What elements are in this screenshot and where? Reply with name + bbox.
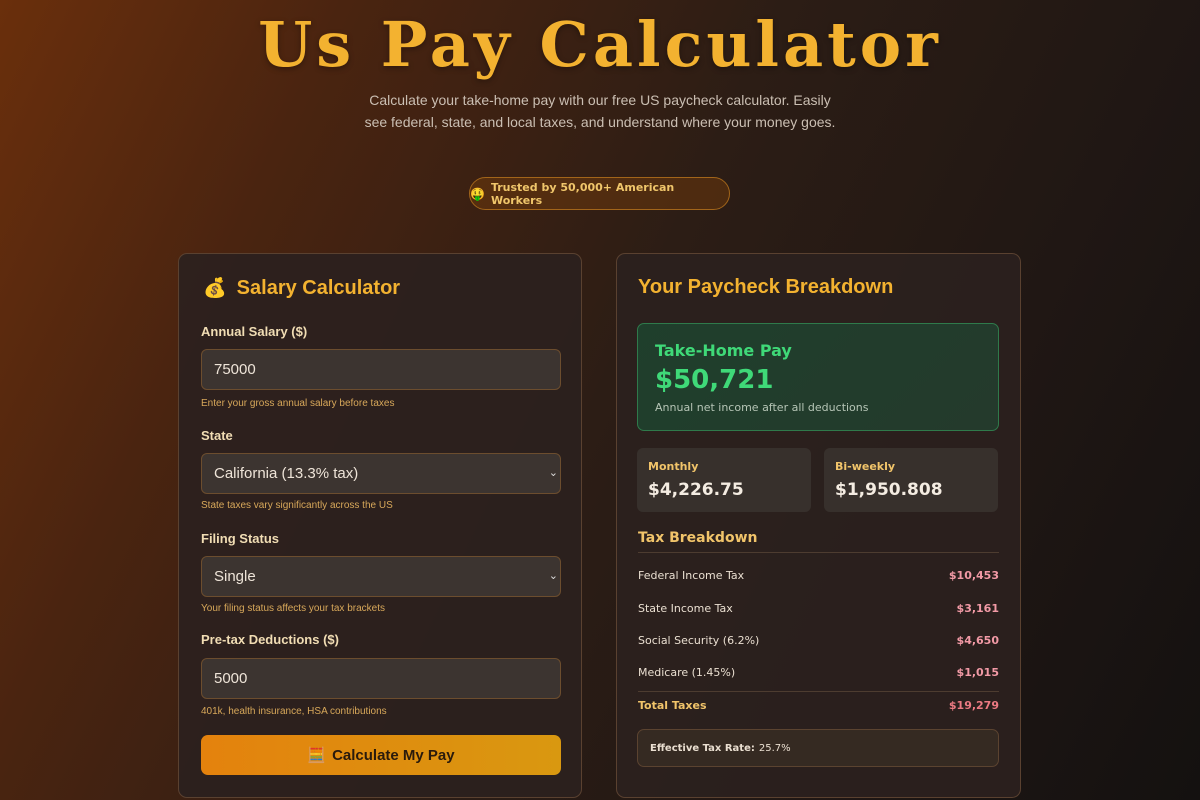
pretax-deductions-help: 401k, health insurance, HSA contribution…	[201, 706, 387, 717]
tax-row: State Income Tax $3,161	[638, 602, 999, 615]
divider	[638, 691, 999, 692]
tax-breakdown-title: Tax Breakdown	[638, 530, 758, 546]
tax-amount: $1,015	[956, 666, 999, 679]
tax-row: Medicare (1.45%) $1,015	[638, 666, 999, 679]
calculator-icon: 🧮	[307, 747, 327, 764]
salary-calculator-title-text: Salary Calculator	[236, 276, 401, 299]
state-selected-value: California (13.3% tax)	[214, 465, 359, 482]
filing-status-selected-value: Single	[214, 568, 256, 585]
filing-status-select[interactable]: Single ⌄	[201, 556, 561, 597]
chevron-down-icon: ⌄	[548, 570, 558, 582]
total-taxes-row: Total Taxes $19,279	[638, 699, 999, 712]
tax-name: State Income Tax	[638, 602, 733, 615]
annual-salary-help: Enter your gross annual salary before ta…	[201, 398, 395, 409]
total-taxes-label: Total Taxes	[638, 699, 707, 712]
tax-row: Social Security (6.2%) $4,650	[638, 634, 999, 647]
paycheck-breakdown-title: Your Paycheck Breakdown	[638, 276, 894, 298]
state-select[interactable]: California (13.3% tax) ⌄	[201, 453, 561, 494]
effective-tax-rate-label: Effective Tax Rate:	[650, 742, 755, 754]
annual-salary-label: Annual Salary ($)	[201, 324, 308, 339]
tax-amount: $4,650	[956, 634, 999, 647]
monthly-label: Monthly	[648, 460, 699, 473]
page-title: Us Pay Calculator	[258, 8, 942, 81]
biweekly-card: Bi-weekly $1,950.808	[824, 448, 998, 512]
monthly-card: Monthly $4,226.75	[637, 448, 811, 512]
take-home-card: Take-Home Pay $50,721 Annual net income …	[637, 323, 999, 431]
page-subtitle: Calculate your take-home pay with our fr…	[364, 92, 836, 130]
money-face-icon: 🤑	[470, 186, 485, 201]
take-home-label: Take-Home Pay	[655, 341, 792, 360]
tax-amount: $3,161	[956, 602, 999, 615]
salary-calculator-panel: 💰 Salary Calculator Annual Salary ($) 75…	[178, 253, 582, 798]
biweekly-value: $1,950.808	[835, 480, 943, 500]
trust-badge-text: Trusted by 50,000+ American Workers	[490, 180, 675, 207]
take-home-note: Annual net income after all deductions	[655, 401, 869, 414]
annual-salary-value: 75000	[214, 361, 256, 378]
tax-name: Social Security (6.2%)	[638, 634, 760, 647]
filing-status-label: Filing Status	[201, 531, 279, 546]
calculate-button[interactable]: 🧮 Calculate My Pay	[201, 735, 561, 775]
tax-name: Medicare (1.45%)	[638, 666, 736, 679]
state-help: State taxes vary significantly across th…	[201, 500, 393, 511]
biweekly-label: Bi-weekly	[835, 460, 896, 473]
pretax-deductions-label: Pre-tax Deductions ($)	[201, 632, 339, 647]
monthly-value: $4,226.75	[648, 480, 744, 500]
take-home-value: $50,721	[655, 365, 774, 395]
effective-tax-rate: Effective Tax Rate: 25.7%	[637, 729, 999, 767]
calculate-button-label: Calculate My Pay	[332, 746, 455, 764]
chevron-down-icon: ⌄	[548, 467, 558, 479]
tax-row: Federal Income Tax $10,453	[638, 569, 999, 582]
paycheck-breakdown-panel: Your Paycheck Breakdown Take-Home Pay $5…	[616, 253, 1021, 798]
salary-calculator-title: 💰 Salary Calculator	[203, 276, 400, 300]
total-taxes-amount: $19,279	[948, 699, 999, 712]
filing-status-help: Your filing status affects your tax brac…	[201, 603, 385, 614]
effective-tax-rate-value: 25.7%	[758, 742, 791, 754]
divider	[638, 552, 999, 553]
pretax-deductions-input[interactable]: 5000	[201, 658, 561, 699]
trust-badge: 🤑 Trusted by 50,000+ American Workers	[469, 177, 730, 210]
annual-salary-input[interactable]: 75000	[201, 349, 561, 390]
tax-name: Federal Income Tax	[638, 569, 745, 582]
state-label: State	[201, 428, 233, 443]
tax-amount: $10,453	[948, 569, 999, 582]
money-bag-icon: 💰	[203, 278, 227, 299]
pretax-deductions-value: 5000	[214, 670, 248, 687]
